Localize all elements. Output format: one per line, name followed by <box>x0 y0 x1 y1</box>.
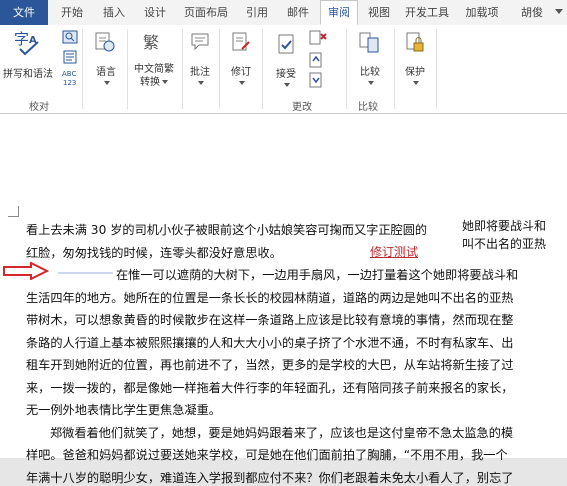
track-changes-button[interactable]: 修订 <box>224 63 258 89</box>
document-page[interactable]: 看上去未满 30 岁的司机小伙子被眼前这个小姑娘笑容可掬而又字正腔圆的 红脸，匆… <box>0 114 567 485</box>
chinese-conversion-label-2: 转换 <box>140 77 160 88</box>
group-separator <box>182 29 183 109</box>
track-changes-label: 修订 <box>231 67 251 78</box>
user-account[interactable]: 胡俊 <box>512 0 552 25</box>
chevron-down-icon <box>162 80 168 84</box>
chevron-down-icon <box>368 81 374 85</box>
proofing-group-label: 校对 <box>29 102 49 113</box>
ribbon-tab-bar: 文件 开始 插入 设计 页面布局 引用 邮件 审阅 视图 开发工具 加载项 胡俊 <box>0 0 567 26</box>
language-button[interactable]: 语言 <box>88 63 124 89</box>
comment-label: 批注 <box>190 67 210 78</box>
previous-change-icon[interactable] <box>308 52 324 72</box>
tab-references[interactable]: 引用 <box>238 0 276 25</box>
chinese-conversion-label-1: 中文简繁 <box>134 64 174 75</box>
document-line-4: 生活四年的地方。她所在的位置是一条长长的校园林荫道，道路的两边是她叫不出名的亚热 <box>26 291 514 305</box>
tab-addins[interactable]: 加载项 <box>460 0 504 25</box>
changes-group-label: 更改 <box>292 102 312 113</box>
track-changes-icon <box>230 31 252 57</box>
chevron-down-icon <box>198 81 204 85</box>
group-separator <box>82 29 83 109</box>
word-count-icon[interactable]: ABC 123 <box>62 69 80 93</box>
protect-label: 保护 <box>405 67 425 78</box>
margin-corner-mark <box>8 206 19 217</box>
chevron-down-icon <box>104 81 110 85</box>
deleted-content-mark <box>58 272 113 274</box>
compare-button[interactable]: 比较 <box>350 63 390 89</box>
tab-insert[interactable]: 插入 <box>95 0 133 25</box>
compare-group-label: 比较 <box>358 102 378 113</box>
revision-label[interactable]: 修订测试 <box>370 243 418 260</box>
tab-review[interactable]: 审阅 <box>320 0 358 25</box>
document-line-2: 红脸，匆匆找钱的时候，连零头都没好意思收。 <box>26 246 282 260</box>
chevron-down-icon[interactable] <box>555 9 563 14</box>
reject-icon[interactable] <box>308 30 330 50</box>
language-icon <box>94 31 116 57</box>
group-separator <box>394 29 395 109</box>
research-icon[interactable] <box>62 29 78 48</box>
markup-balloon-line-2: 叫不出名的亚热 <box>462 237 547 251</box>
thesaurus-icon[interactable] <box>62 49 78 68</box>
spelling-grammar-icon: 字 A <box>12 30 42 60</box>
review-ribbon: 字 A 拼写和语法 ABC 123 校对 语言 繁 中文简繁转换 批注 修订 接受 <box>0 25 567 114</box>
group-separator <box>262 29 263 109</box>
document-line-11: 样吧。爸爸和妈妈都说过要送她来学校，可是她在他们面前拍了胸脯，“不用不用，我一个 <box>26 448 508 462</box>
arrow-icon <box>3 261 50 284</box>
next-change-icon[interactable] <box>308 72 324 92</box>
svg-text:繁: 繁 <box>143 33 159 52</box>
compare-label: 比较 <box>360 67 380 78</box>
tab-page-layout[interactable]: 页面布局 <box>178 0 234 25</box>
comment-button[interactable]: 批注 <box>184 63 216 89</box>
comment-icon <box>190 31 212 57</box>
document-line-5: 带树木，可以想象黄昏的时候散步在这样一条道路上应该是比较有意境的事情，然而现在整 <box>26 313 514 327</box>
svg-text:ABC: ABC <box>62 70 76 78</box>
document-line-3: 在惟一可以遮荫的大树下，一边用手扇风，一边打量着这个她即将要战斗和 <box>116 268 519 282</box>
tab-file[interactable]: 文件 <box>0 0 48 25</box>
tab-mailings[interactable]: 邮件 <box>279 0 317 25</box>
chinese-conversion-icon: 繁 <box>142 31 164 57</box>
chevron-down-icon <box>284 83 290 87</box>
document-line-12: 年满十八岁的聪明少女，难道连入学报到都应付不来？你们老跟着未免太小看人了，别忘了 <box>26 471 514 485</box>
lock-icon <box>404 31 426 59</box>
group-separator <box>436 29 437 109</box>
group-separator <box>219 29 220 109</box>
protect-button[interactable]: 保护 <box>398 63 432 89</box>
chevron-down-icon <box>239 81 245 85</box>
accept-button[interactable]: 接受 <box>268 65 304 91</box>
tab-view[interactable]: 视图 <box>360 0 398 25</box>
markup-balloon-line-1: 她即将要战斗和 <box>462 219 547 233</box>
language-label: 语言 <box>96 67 116 78</box>
accept-label: 接受 <box>276 69 296 80</box>
svg-text:123: 123 <box>63 79 76 87</box>
chevron-down-icon <box>413 81 419 85</box>
tab-design[interactable]: 设计 <box>136 0 174 25</box>
tab-home[interactable]: 开始 <box>53 0 91 25</box>
document-line-10: 郑微看着他们就笑了，她想，要是她妈妈跟着来了，应该也是这付皇帝不急太监急的模 <box>50 426 514 440</box>
svg-text:字: 字 <box>14 30 29 48</box>
group-separator <box>346 29 347 109</box>
accept-icon <box>276 33 298 61</box>
document-line-6: 条路的人行道上基本被熙熙攘攘的人和大大小小的桌子挤了个水泄不通，不时有私家车、出 <box>26 336 514 350</box>
document-line-7: 租车开到她附近的位置，再也前进不了，当然，更多的是学校的大巴，从车站将新生接了过 <box>26 358 514 372</box>
spelling-grammar-button[interactable]: 拼写和语法 <box>0 65 56 80</box>
document-line-9: 无一例外地表情比学生更焦急凝重。 <box>26 403 221 417</box>
chinese-conversion-button[interactable]: 中文简繁转换 <box>128 63 180 89</box>
tab-developer[interactable]: 开发工具 <box>400 0 454 25</box>
document-line-1: 看上去未满 30 岁的司机小伙子被眼前这个小姑娘笑容可掬而又字正腔圆的 <box>26 223 428 237</box>
document-line-8: 来，一拨一拨的，都是像她一样拖着大件行李的年轻面孔，还有陪同孩子前来报名的家长， <box>26 381 514 395</box>
compare-icon <box>358 31 382 59</box>
